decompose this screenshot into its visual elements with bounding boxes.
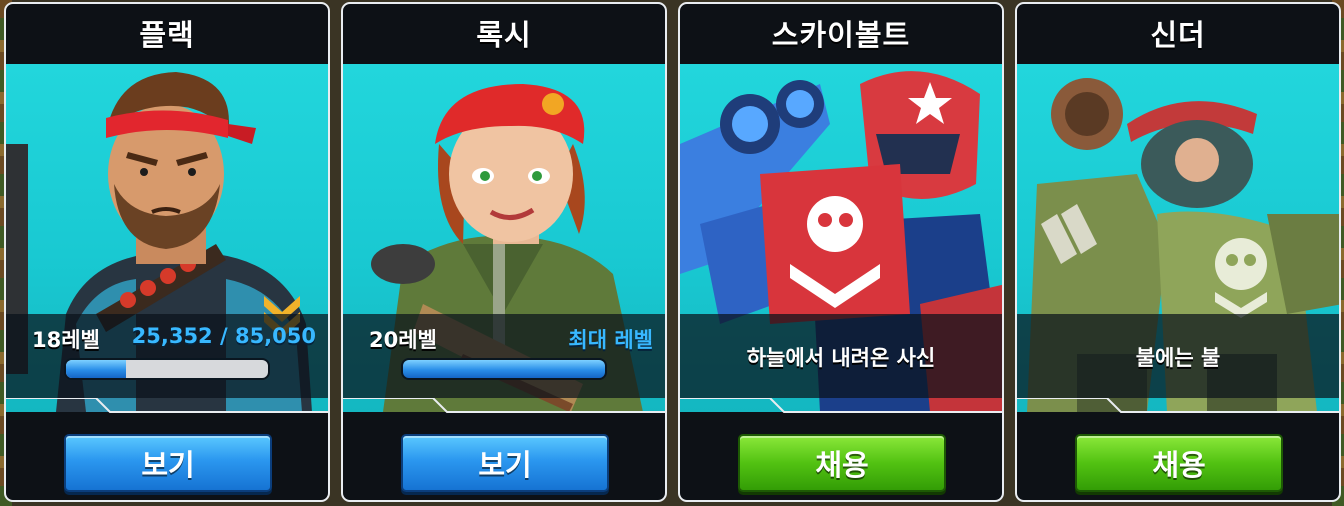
card-divider	[6, 398, 328, 413]
xp-progress-fill	[66, 360, 127, 378]
level-label: 18레벨	[32, 328, 100, 352]
card-divider	[343, 398, 665, 413]
hero-card-roxy[interactable]: 록시 20레벨 최대 레벨 보기	[341, 2, 667, 502]
view-button[interactable]: 보기	[401, 434, 609, 492]
hero-card-cinder[interactable]: 신더 불에는 불 채용	[1015, 2, 1341, 502]
max-level-text: 최대 레벨	[568, 328, 653, 352]
hero-card-flak[interactable]: 플랙 18레벨 25,352 / 85,050 보기	[4, 2, 330, 502]
hero-name: 록시	[476, 18, 532, 52]
xp-progress-text: 25,352 / 85,050	[131, 324, 316, 348]
recruit-button[interactable]: 채용	[738, 434, 946, 492]
hero-tagline: 불에는 불	[1135, 346, 1221, 370]
hero-name: 스카이볼트	[771, 18, 911, 52]
level-label: 20레벨	[369, 328, 437, 352]
xp-progress-bar	[64, 358, 270, 380]
hero-name: 플랙	[139, 18, 195, 52]
xp-progress-fill	[403, 360, 605, 378]
view-button[interactable]: 보기	[64, 434, 272, 492]
hero-name: 신더	[1150, 18, 1206, 52]
recruit-button[interactable]: 채용	[1075, 434, 1283, 492]
card-divider	[1017, 398, 1339, 413]
card-divider	[680, 398, 1002, 413]
xp-progress-bar	[401, 358, 607, 380]
hero-tagline: 하늘에서 내려온 사신	[746, 346, 936, 370]
hero-card-skybolt[interactable]: 스카이볼트 하늘에서 내려온 사신 채용	[678, 2, 1004, 502]
